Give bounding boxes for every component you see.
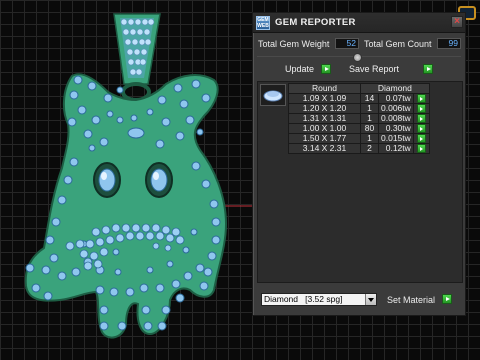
gem-weight: 0.30tw <box>378 123 414 134</box>
table-row[interactable]: 1.31 X 1.31 1 0.008tw <box>288 113 430 124</box>
round-gem-icon[interactable] <box>260 84 286 106</box>
total-weight-label: Total Gem Weight <box>258 39 330 49</box>
gem-table: Round Diamond 1.09 X 1.09 14 0.07tw 1.20… <box>288 83 430 154</box>
gem-weight: 0.008tw <box>378 113 414 124</box>
eye-right <box>145 162 173 198</box>
gem-size: 1.31 X 1.31 <box>288 113 361 124</box>
character-body <box>24 73 228 339</box>
row-select-button[interactable] <box>416 134 426 143</box>
table-row[interactable]: 1.00 X 1.00 80 0.30tw <box>288 123 430 134</box>
forehead-gem <box>127 127 145 139</box>
set-material-button[interactable] <box>442 294 452 304</box>
gem-weight: 0.015tw <box>378 133 414 144</box>
chevron-down-icon[interactable] <box>365 294 376 305</box>
eye-left <box>93 162 121 198</box>
splitter-knob[interactable] <box>353 53 362 62</box>
save-report-button[interactable] <box>423 64 433 74</box>
gem-reporter-panel: GEM WEB GEM REPORTER × Total Gem Weight 5… <box>252 12 466 316</box>
table-row[interactable]: 1.09 X 1.09 14 0.07tw <box>288 93 430 104</box>
save-report-label: Save Report <box>349 64 400 74</box>
column-header-material: Diamond <box>360 83 430 94</box>
gem-size: 1.50 X 1.77 <box>288 133 361 144</box>
row-select-button[interactable] <box>416 104 426 113</box>
table-row[interactable]: 1.20 X 1.20 1 0.006tw <box>288 103 430 114</box>
set-material-label: Set Material <box>387 295 436 305</box>
gem-size: 3.14 X 2.31 <box>288 143 361 154</box>
table-row[interactable]: 1.50 X 1.77 1 0.015tw <box>288 133 430 144</box>
panel-titlebar[interactable]: GEM WEB GEM REPORTER × <box>253 13 465 33</box>
gem-count: 2 <box>360 143 379 154</box>
app-logo-icon: GEM WEB <box>256 16 270 30</box>
row-select-button[interactable] <box>416 144 426 153</box>
row-select-button[interactable] <box>416 94 426 103</box>
total-weight-value: 52 <box>335 38 359 49</box>
gem-table-area: Round Diamond 1.09 X 1.09 14 0.07tw 1.20… <box>257 81 463 283</box>
column-header-shape: Round <box>288 83 361 94</box>
gem-size: 1.20 X 1.20 <box>288 103 361 114</box>
row-select-button[interactable] <box>416 124 426 133</box>
gem-size: 1.09 X 1.09 <box>288 93 361 104</box>
table-row[interactable]: 3.14 X 2.31 2 0.12tw <box>288 143 430 154</box>
gem-count: 1 <box>360 133 379 144</box>
update-button[interactable] <box>321 64 331 74</box>
gem-count: 1 <box>360 103 379 114</box>
gem-count: 14 <box>360 93 379 104</box>
total-count-label: Total Gem Count <box>364 39 432 49</box>
material-dropdown[interactable]: Diamond [3.52 spg] <box>261 293 377 306</box>
total-count-value: 99 <box>437 38 461 49</box>
gem-weight: 0.12tw <box>378 143 414 154</box>
material-selected-value: Diamond [3.52 spg] <box>264 294 343 304</box>
gem-weight: 0.07tw <box>378 93 414 104</box>
gem-count: 1 <box>360 113 379 124</box>
gem-weight: 0.006tw <box>378 103 414 114</box>
panel-title: GEM REPORTER <box>275 17 356 28</box>
row-select-button[interactable] <box>416 114 426 123</box>
close-button[interactable]: × <box>451 16 463 28</box>
gem-size: 1.00 X 1.00 <box>288 123 361 134</box>
gem-count: 80 <box>360 123 379 134</box>
update-label: Update <box>285 64 315 74</box>
